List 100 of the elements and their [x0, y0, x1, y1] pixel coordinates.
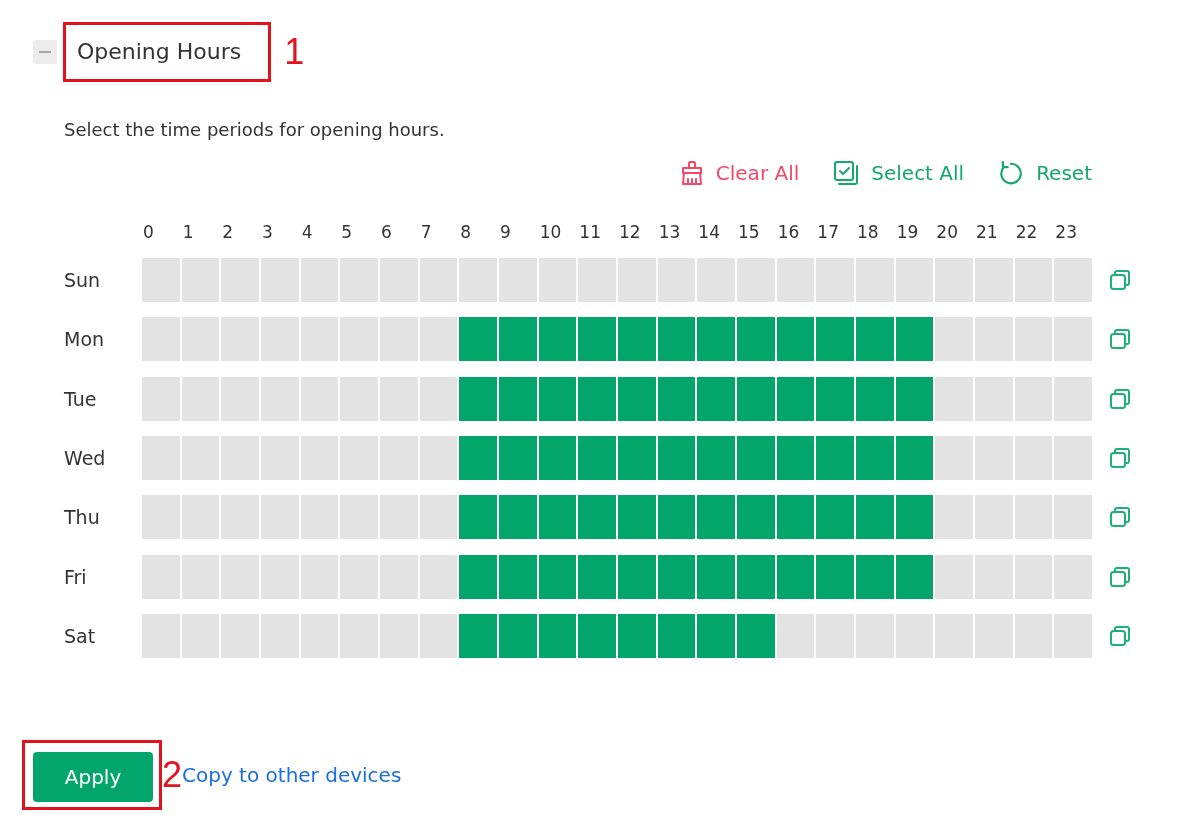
time-slot[interactable] [1014, 554, 1053, 599]
time-slot[interactable] [181, 554, 220, 599]
time-slot[interactable] [1014, 376, 1053, 421]
time-slot[interactable] [340, 376, 378, 421]
time-slot[interactable] [1014, 613, 1053, 658]
time-slot[interactable] [538, 258, 577, 302]
time-slot[interactable] [340, 613, 378, 658]
time-slot[interactable] [181, 258, 220, 302]
time-slot[interactable] [419, 613, 458, 658]
time-slot[interactable] [856, 554, 894, 599]
copy-icon[interactable] [1108, 564, 1132, 589]
time-slot[interactable] [300, 436, 339, 480]
time-slot[interactable] [1054, 613, 1092, 658]
time-slot[interactable] [1014, 258, 1053, 302]
time-slot[interactable] [657, 495, 696, 540]
time-slot[interactable] [737, 495, 775, 540]
time-slot[interactable] [935, 613, 973, 658]
time-slot[interactable] [895, 317, 934, 362]
clear-all-button[interactable]: Clear All [679, 159, 800, 187]
time-slot[interactable] [618, 317, 656, 362]
time-slot[interactable] [261, 376, 299, 421]
copy-icon[interactable] [1108, 505, 1132, 530]
time-slot[interactable] [856, 317, 894, 362]
time-slot[interactable] [181, 376, 220, 421]
time-slot[interactable] [538, 436, 577, 480]
time-slot[interactable] [419, 495, 458, 540]
time-slot[interactable] [657, 613, 696, 658]
time-slot[interactable] [300, 376, 339, 421]
time-slot[interactable] [935, 554, 973, 599]
time-slot[interactable] [578, 495, 616, 540]
time-slot[interactable] [340, 317, 378, 362]
time-slot[interactable] [1014, 436, 1053, 480]
time-slot[interactable] [221, 554, 259, 599]
time-slot[interactable] [538, 376, 577, 421]
time-slot[interactable] [657, 554, 696, 599]
time-slot[interactable] [1014, 317, 1053, 362]
time-slot[interactable] [935, 317, 973, 362]
time-slot[interactable] [578, 317, 616, 362]
time-slot[interactable] [181, 436, 220, 480]
time-slot[interactable] [1054, 554, 1092, 599]
time-slot[interactable] [459, 376, 497, 421]
time-slot[interactable] [380, 317, 418, 362]
time-slot[interactable] [340, 554, 378, 599]
time-slot[interactable] [578, 376, 616, 421]
time-slot[interactable] [261, 495, 299, 540]
time-slot[interactable] [935, 495, 973, 540]
time-slot[interactable] [895, 495, 934, 540]
time-slot[interactable] [776, 376, 815, 421]
time-slot[interactable] [816, 317, 854, 362]
copy-icon[interactable] [1108, 386, 1132, 411]
time-slot[interactable] [261, 317, 299, 362]
time-slot[interactable] [697, 554, 735, 599]
time-slot[interactable] [618, 376, 656, 421]
time-slot[interactable] [975, 613, 1013, 658]
time-slot[interactable] [776, 317, 815, 362]
time-slot[interactable] [340, 495, 378, 540]
time-slot[interactable] [300, 258, 339, 302]
time-slot[interactable] [856, 376, 894, 421]
time-slot[interactable] [261, 554, 299, 599]
time-slot[interactable] [459, 495, 497, 540]
time-slot[interactable] [975, 495, 1013, 540]
time-slot[interactable] [300, 613, 339, 658]
time-slot[interactable] [181, 495, 220, 540]
time-slot[interactable] [697, 613, 735, 658]
time-slot[interactable] [142, 317, 180, 362]
time-slot[interactable] [419, 554, 458, 599]
copy-icon[interactable] [1108, 327, 1132, 352]
time-slot[interactable] [895, 376, 934, 421]
copy-icon[interactable] [1108, 623, 1132, 648]
time-slot[interactable] [816, 613, 854, 658]
time-slot[interactable] [380, 613, 418, 658]
time-slot[interactable] [1054, 317, 1092, 362]
time-slot[interactable] [181, 613, 220, 658]
copy-icon[interactable] [1108, 446, 1132, 470]
time-slot[interactable] [459, 613, 497, 658]
time-slot[interactable] [657, 436, 696, 480]
reset-button[interactable]: Reset [998, 159, 1092, 187]
time-slot[interactable] [499, 317, 537, 362]
time-slot[interactable] [737, 317, 775, 362]
time-slot[interactable] [1054, 495, 1092, 540]
time-slot[interactable] [1014, 495, 1053, 540]
time-slot[interactable] [657, 258, 696, 302]
time-slot[interactable] [499, 495, 537, 540]
time-slot[interactable] [816, 554, 854, 599]
time-slot[interactable] [499, 376, 537, 421]
time-slot[interactable] [975, 554, 1013, 599]
time-slot[interactable] [538, 613, 577, 658]
time-slot[interactable] [142, 613, 180, 658]
time-slot[interactable] [697, 317, 735, 362]
time-slot[interactable] [419, 258, 458, 302]
time-slot[interactable] [538, 495, 577, 540]
time-slot[interactable] [459, 317, 497, 362]
time-slot[interactable] [419, 436, 458, 480]
time-slot[interactable] [618, 554, 656, 599]
time-slot[interactable] [142, 376, 180, 421]
time-slot[interactable] [261, 613, 299, 658]
time-slot[interactable] [419, 317, 458, 362]
time-slot[interactable] [300, 554, 339, 599]
copy-to-devices-link[interactable]: Copy to other devices [182, 762, 402, 787]
time-slot[interactable] [895, 613, 934, 658]
